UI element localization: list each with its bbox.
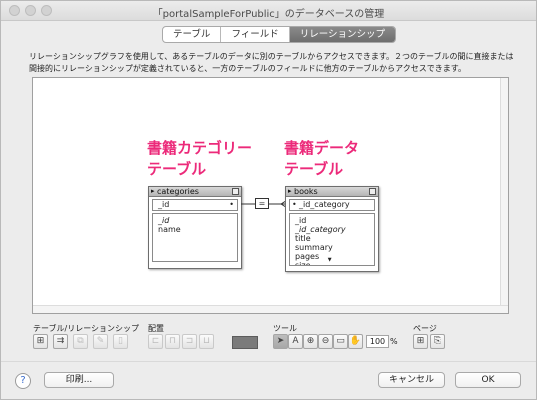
page-break-button[interactable]: ⊞ [413, 334, 428, 349]
footer-divider [1, 361, 536, 362]
toolbar-label-tables: テーブル/リレーションシップ [33, 324, 140, 333]
field-list[interactable]: _id _id_category title summary pages siz… [289, 213, 375, 266]
page-setup-icon: ⎘ [433, 336, 442, 346]
collapse-arrow-icon[interactable]: ▸ [288, 187, 292, 196]
select-tool-button[interactable]: ➤ [273, 334, 288, 349]
field-item[interactable]: _id_category [295, 225, 369, 234]
cancel-button[interactable]: キャンセル [378, 372, 445, 388]
align-left-button[interactable]: ⊏ [148, 334, 163, 349]
relationship-graph[interactable]: 書籍カテゴリー テーブル 書籍データ テーブル ▸ categories _id… [32, 77, 509, 314]
page-break-icon: ⊞ [416, 336, 425, 346]
delete-button[interactable]: ▯ [113, 334, 128, 349]
field-item[interactable]: name [158, 225, 232, 234]
table-occurrence-categories[interactable]: ▸ categories _id • _id name [148, 186, 242, 269]
align-center-button[interactable]: ⊓ [165, 334, 180, 349]
add-table-button[interactable]: ⊞ [33, 334, 48, 349]
horizontal-scrollbar[interactable] [33, 305, 508, 313]
align-bottom-button[interactable]: ⊔ [199, 334, 214, 349]
scroll-down-icon[interactable]: ▼ [328, 256, 332, 265]
duplicate-icon: ⧉ [77, 336, 84, 346]
help-button[interactable]: ? [15, 373, 31, 389]
page-setup-button[interactable]: ⎘ [430, 334, 445, 349]
field-item[interactable]: _id [295, 216, 369, 225]
color-swatch[interactable] [232, 336, 258, 349]
relationship-operator[interactable]: = [255, 198, 269, 209]
field-item[interactable]: size [295, 261, 369, 265]
print-button[interactable]: 印刷... [44, 372, 114, 388]
annotation-categories: 書籍カテゴリー テーブル [147, 139, 253, 178]
tab-fields[interactable]: フィールド [221, 27, 290, 42]
minimize-table-icon[interactable] [369, 188, 376, 195]
annotation-books: 書籍データ テーブル [284, 139, 360, 178]
text-icon: A [292, 336, 299, 346]
text-tool-button[interactable]: A [288, 334, 303, 349]
align-center-icon: ⊓ [168, 336, 177, 346]
toolbar-label-arrange: 配置 [148, 324, 164, 333]
add-relationship-button[interactable]: ⇉ [53, 334, 68, 349]
align-left-icon: ⊏ [151, 336, 160, 346]
field-list[interactable]: _id name [152, 213, 238, 262]
zoom-in-icon: ⊕ [306, 336, 315, 346]
align-bottom-icon: ⊔ [202, 336, 211, 346]
minimize-table-icon[interactable] [232, 188, 239, 195]
trash-icon: ▯ [118, 336, 123, 346]
title-bar: 「portalSampleForPublic」のデータベースの管理 [1, 1, 536, 21]
tab-bar: テーブル フィールド リレーションシップ [162, 26, 397, 43]
toolbar-label-page: ページ [413, 324, 437, 333]
pencil-icon: ✎ [96, 336, 105, 346]
table-header[interactable]: ▸ books [286, 187, 378, 197]
key-connector-icon: • [292, 200, 297, 209]
fit-window-icon: ▭ [336, 336, 345, 346]
field-item[interactable]: title [295, 234, 369, 243]
hand-icon: ✋ [349, 336, 362, 346]
zoom-out-icon: ⊖ [321, 336, 330, 346]
tab-tables[interactable]: テーブル [163, 27, 222, 42]
field-item[interactable]: pages [295, 252, 369, 261]
table-occurrence-books[interactable]: ▸ books • _id_category _id _id_category … [285, 186, 379, 272]
fit-window-button[interactable]: ▭ [333, 334, 348, 349]
align-top-button[interactable]: ⊐ [182, 334, 197, 349]
add-table-icon: ⊞ [36, 336, 45, 346]
table-name: books [294, 187, 318, 196]
manage-database-window: 「portalSampleForPublic」のデータベースの管理 テーブル フ… [0, 0, 537, 400]
zoom-in-button[interactable]: ⊕ [303, 334, 318, 349]
collapse-arrow-icon[interactable]: ▸ [151, 187, 155, 196]
toolbar-label-tools: ツール [273, 324, 297, 333]
align-top-icon: ⊐ [185, 336, 194, 346]
window-title: 「portalSampleForPublic」のデータベースの管理 [152, 9, 385, 20]
key-connector-icon: • [229, 200, 234, 209]
ok-button[interactable]: OK [455, 372, 521, 388]
field-item[interactable]: summary [295, 243, 369, 252]
edit-button[interactable]: ✎ [93, 334, 108, 349]
hand-tool-button[interactable]: ✋ [348, 334, 363, 349]
zoom-level-input[interactable]: 100 [366, 335, 389, 348]
table-name: categories [157, 187, 199, 196]
zoom-unit: % [390, 337, 398, 346]
table-header[interactable]: ▸ categories [149, 187, 241, 197]
key-field: _id [158, 200, 170, 209]
key-field: _id_category [299, 200, 350, 209]
relationship-key-area: _id • [152, 199, 238, 211]
field-item[interactable]: _id [158, 216, 232, 225]
vertical-scrollbar[interactable] [500, 78, 508, 313]
zoom-out-button[interactable]: ⊖ [318, 334, 333, 349]
pointer-icon: ➤ [276, 336, 285, 346]
relationship-description: リレーションシップグラフを使用して、あるテーブルのデータに別のテーブルからアクセ… [29, 52, 514, 73]
relationship-key-area: • _id_category [289, 199, 375, 211]
add-relationship-icon: ⇉ [56, 336, 65, 346]
tab-relationships[interactable]: リレーションシップ [289, 27, 396, 42]
duplicate-button[interactable]: ⧉ [73, 334, 88, 349]
